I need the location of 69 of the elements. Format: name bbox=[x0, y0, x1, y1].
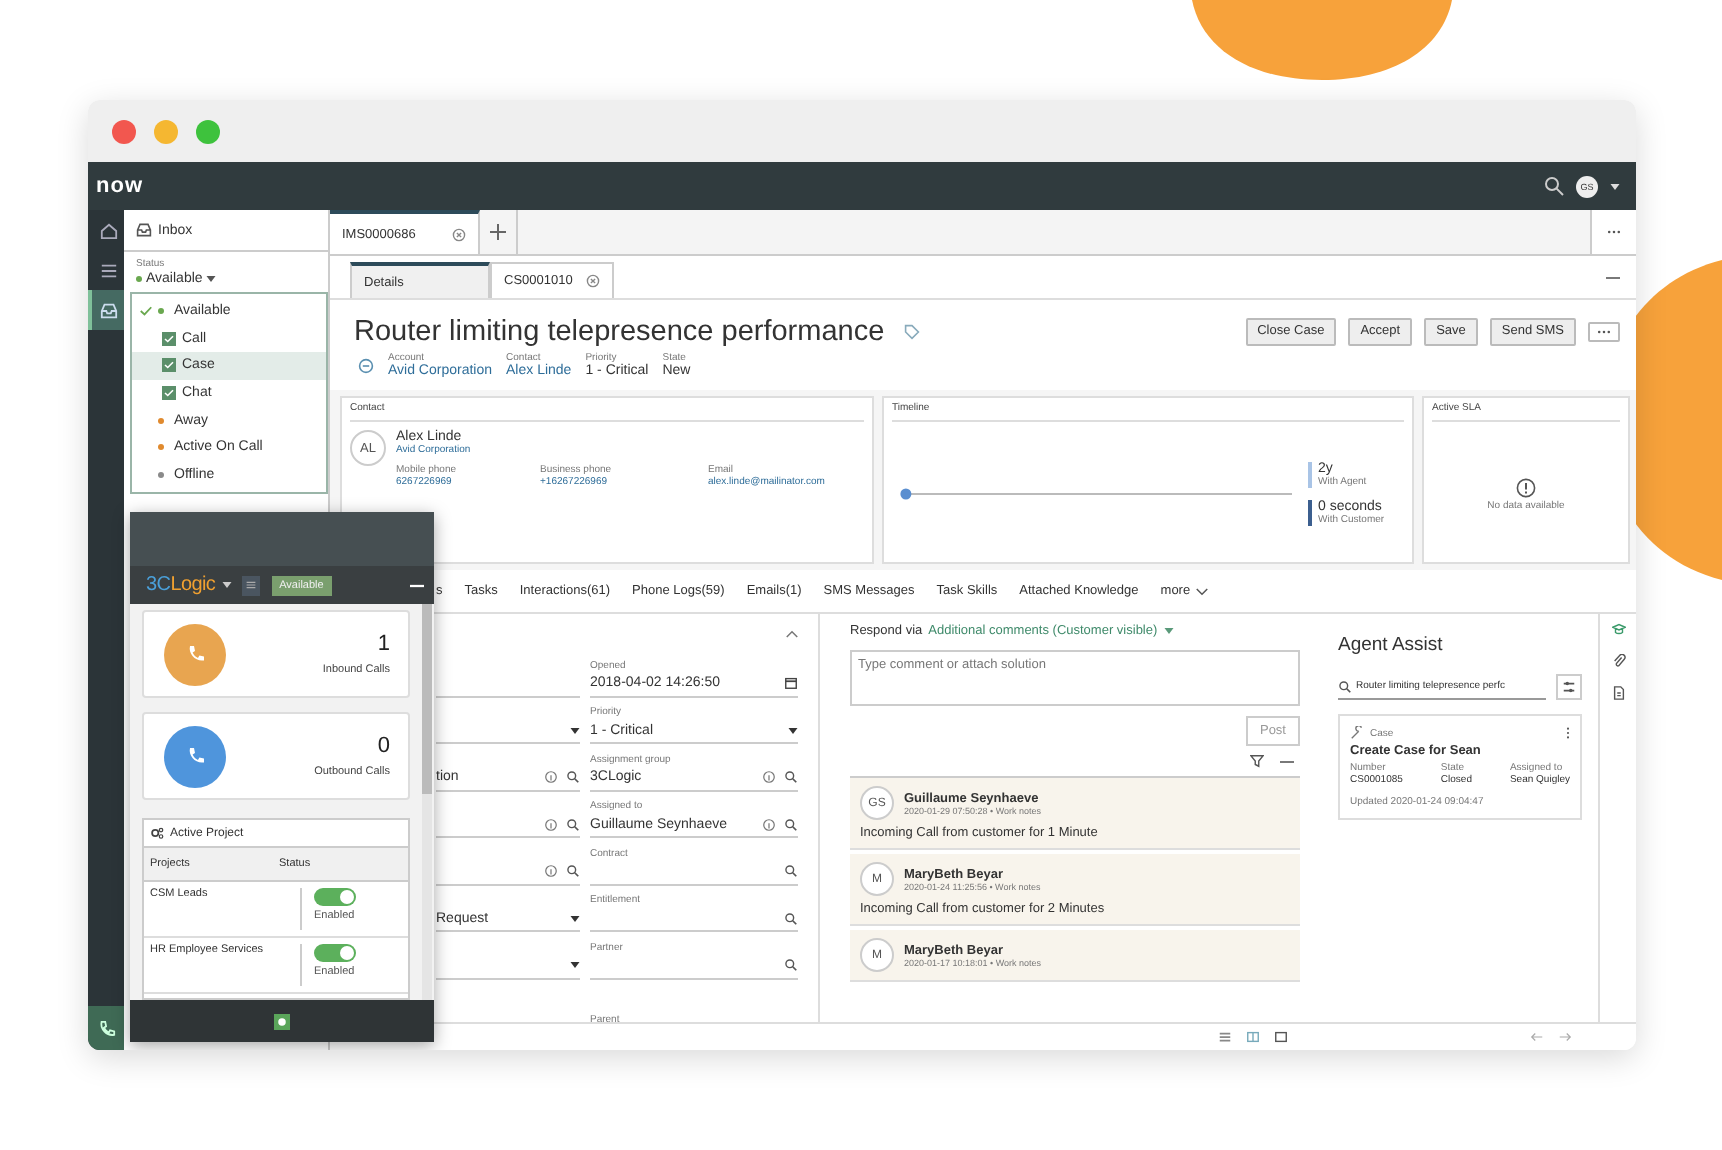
plus-icon[interactable] bbox=[490, 224, 506, 240]
tag-icon[interactable] bbox=[904, 324, 921, 340]
caret-icon[interactable] bbox=[570, 915, 580, 921]
search-icon bbox=[1338, 679, 1352, 693]
search-icon[interactable] bbox=[784, 958, 798, 972]
info-icon[interactable] bbox=[762, 817, 776, 831]
gears-icon bbox=[150, 826, 164, 840]
caret-icon[interactable] bbox=[788, 727, 798, 733]
search-icon[interactable] bbox=[784, 911, 798, 925]
inbox-icon bbox=[136, 222, 152, 238]
info-icon[interactable] bbox=[762, 770, 776, 784]
info-icon[interactable] bbox=[544, 770, 558, 784]
toggle-switch[interactable] bbox=[314, 944, 356, 962]
caret-icon[interactable] bbox=[570, 727, 580, 733]
sliders-icon[interactable] bbox=[1562, 680, 1576, 694]
call-count: 0 bbox=[377, 734, 390, 758]
toggle-switch[interactable] bbox=[314, 888, 356, 906]
list-icon[interactable] bbox=[99, 261, 117, 279]
phone-nav-button[interactable] bbox=[88, 1006, 124, 1050]
single-view-icon[interactable] bbox=[1274, 1030, 1288, 1044]
info-icon[interactable] bbox=[544, 864, 558, 878]
list-view-icon[interactable] bbox=[1218, 1030, 1232, 1044]
document-icon[interactable] bbox=[1611, 686, 1625, 700]
search-icon[interactable] bbox=[784, 864, 798, 878]
caret-icon[interactable] bbox=[206, 276, 217, 282]
search-icon[interactable] bbox=[566, 817, 580, 831]
record-title: Router limiting telepresence performance bbox=[354, 316, 885, 348]
timeline-track[interactable] bbox=[900, 488, 1292, 500]
caret-icon[interactable] bbox=[221, 582, 232, 588]
checkbox[interactable] bbox=[162, 331, 176, 346]
close-icon[interactable] bbox=[452, 227, 466, 241]
check-icon bbox=[140, 306, 152, 317]
form-field[interactable] bbox=[590, 953, 798, 979]
form-field[interactable] bbox=[436, 859, 580, 885]
search-icon[interactable] bbox=[566, 864, 580, 878]
graduation-cap-icon[interactable] bbox=[1611, 622, 1625, 636]
filter-icon[interactable] bbox=[1250, 754, 1264, 768]
close-icon[interactable] bbox=[586, 274, 600, 288]
caret-icon[interactable] bbox=[1610, 183, 1620, 189]
search-icon[interactable] bbox=[784, 817, 798, 831]
calendar-icon[interactable] bbox=[784, 676, 798, 690]
collapse-icon[interactable] bbox=[358, 357, 374, 373]
caret-icon[interactable] bbox=[570, 962, 580, 968]
paperclip-icon[interactable] bbox=[1611, 654, 1625, 668]
phone-icon[interactable] bbox=[97, 1019, 115, 1037]
call-count: 1 bbox=[377, 632, 390, 656]
chevron-down-icon[interactable] bbox=[1196, 587, 1209, 595]
checkbox[interactable] bbox=[162, 358, 176, 373]
phone-icon bbox=[185, 644, 205, 664]
search-icon[interactable] bbox=[784, 770, 798, 784]
inbox-nav-button[interactable] bbox=[88, 290, 124, 330]
options-button[interactable] bbox=[1556, 674, 1582, 700]
scrollbar[interactable] bbox=[422, 604, 432, 1000]
form-field[interactable] bbox=[590, 859, 798, 885]
panel-title: Agent Assist bbox=[1338, 634, 1445, 656]
checkbox[interactable] bbox=[162, 386, 176, 401]
phone-icon bbox=[185, 746, 205, 766]
window-control[interactable] bbox=[112, 119, 136, 143]
search-icon[interactable] bbox=[566, 770, 580, 784]
app-logo[interactable]: now bbox=[96, 174, 143, 198]
wrench-icon bbox=[1350, 726, 1364, 740]
collapse-chevron-icon[interactable] bbox=[786, 630, 798, 638]
search-icon[interactable] bbox=[1544, 176, 1564, 196]
home-icon[interactable] bbox=[99, 221, 117, 239]
warning-icon bbox=[1516, 477, 1536, 497]
info-icon[interactable] bbox=[544, 817, 558, 831]
inbox-icon[interactable] bbox=[99, 301, 117, 319]
split-view-icon[interactable] bbox=[1246, 1030, 1260, 1044]
softphone-logo: 3CLogic bbox=[146, 574, 216, 596]
